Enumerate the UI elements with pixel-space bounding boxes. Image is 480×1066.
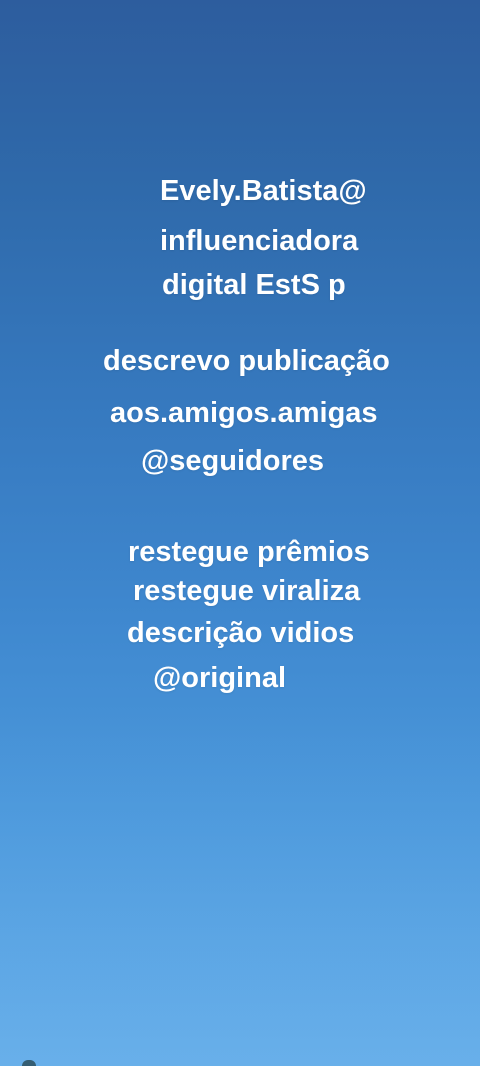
- promo-line-3: descrição vidios: [127, 617, 355, 649]
- promo-line-2: restegue viraliza: [133, 575, 361, 607]
- promo-line-4: @original: [153, 662, 287, 694]
- promo-line-1: restegue prêmios: [128, 536, 370, 568]
- description-line-2: aos.amigos.amigas: [110, 397, 378, 429]
- sky-background-glow: [0, 706, 480, 1066]
- username-line: Evely.Batista@: [160, 175, 367, 207]
- description-line-1: descrevo publicação: [103, 345, 390, 377]
- tree-silhouette: [22, 1060, 36, 1066]
- role-line: influenciadora: [160, 225, 359, 257]
- description-line-3: @seguidores: [141, 445, 324, 477]
- location-line: digital EstS p: [162, 269, 346, 301]
